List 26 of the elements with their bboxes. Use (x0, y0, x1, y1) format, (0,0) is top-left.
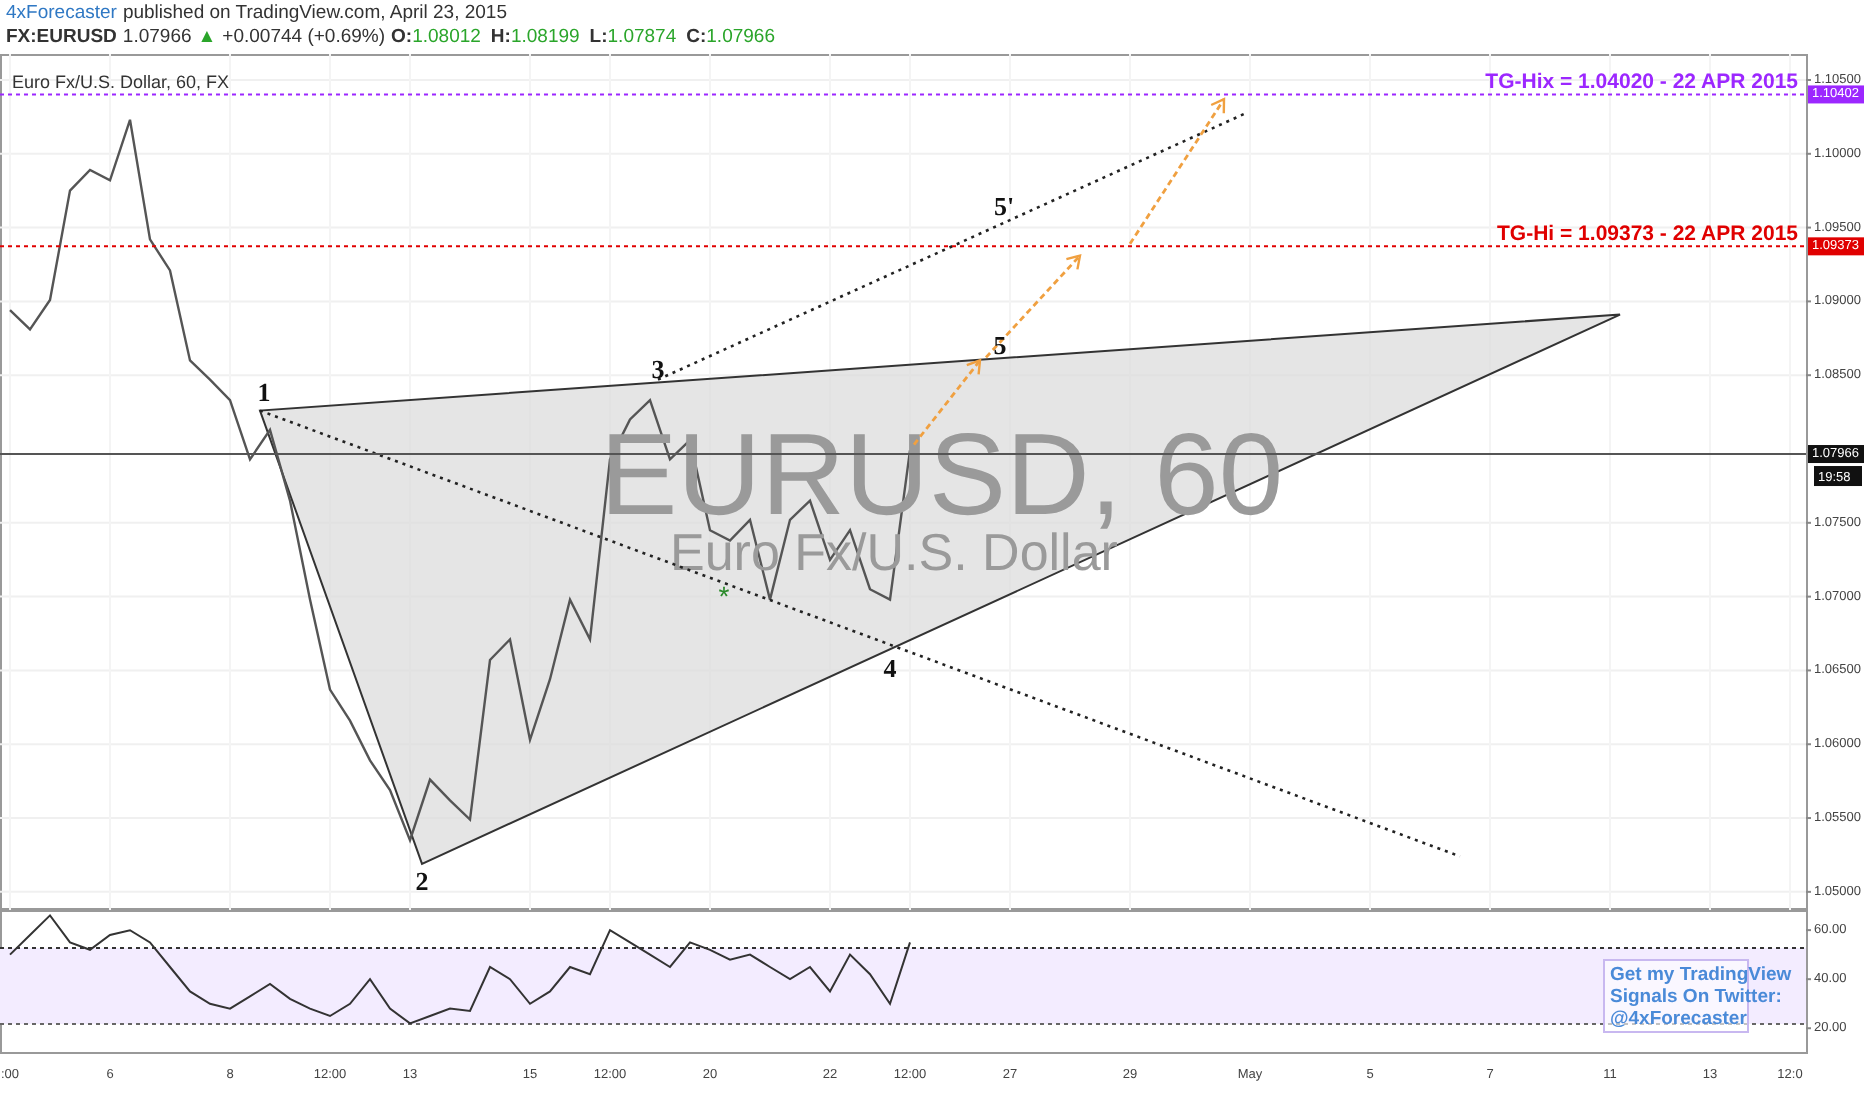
projection-arrow (984, 253, 1082, 359)
asterisk-marker: * (718, 580, 730, 613)
price-change: +0.00744 (+0.69%) (222, 26, 386, 50)
up-triangle-icon: ▲ (197, 26, 217, 50)
publish-info: published on TradingView.com, April 23, 2015 (122, 2, 508, 26)
author-link[interactable]: 4xForecaster (6, 2, 117, 26)
ohlc-value: 1.08012 (412, 26, 481, 50)
ohlc-label: C: (686, 26, 707, 50)
ohlc-value: 1.08199 (510, 26, 580, 50)
wave-label: 3 (651, 353, 665, 384)
wave-label: 2 (415, 866, 429, 897)
wave-label: 5' (993, 191, 1015, 222)
ohlc-value: 1.07874 (607, 26, 677, 50)
symbol-label: FX:EURUSD (6, 26, 117, 50)
ohlc-label: H: (490, 26, 511, 50)
ohlc-label: L: (589, 26, 608, 50)
last-price: 1.07966 (122, 26, 192, 50)
target-label: TG-Hi = 1.09373 - 22 APR 2015 (1497, 222, 1798, 247)
ohlc-value: 1.07966 (706, 26, 775, 50)
chart-legend: Euro Fx/U.S. Dollar, 60, FX (12, 72, 230, 92)
ohlc-label: O: (391, 26, 413, 50)
wave-label: 1 (257, 377, 271, 408)
signal-note: Get my TradingView Signals On Twitter: @4xForecaster (1603, 959, 1792, 1033)
wave-label: 4 (883, 653, 897, 684)
target-label: TG-Hix = 1.04020 - 22 APR 2015 (1485, 70, 1798, 95)
wave-label: 5 (993, 330, 1007, 361)
